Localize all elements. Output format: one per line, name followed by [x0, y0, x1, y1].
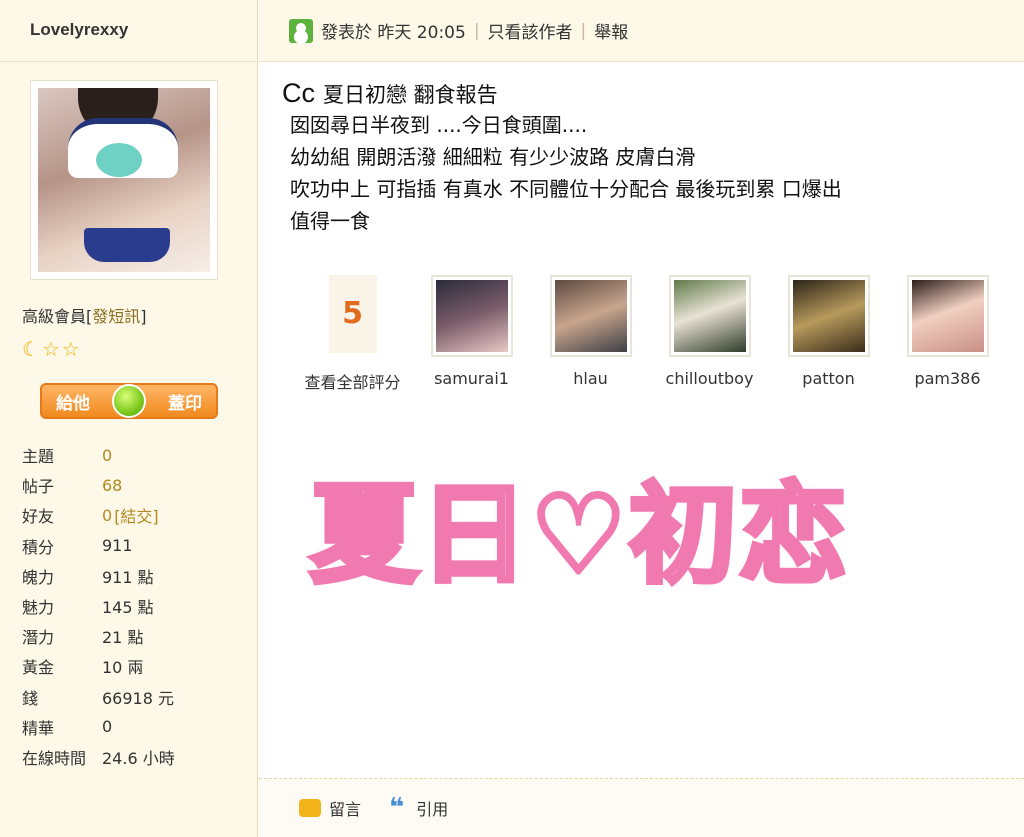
stamp-label: 蓋印: [168, 393, 202, 414]
stat-value[interactable]: 0: [102, 446, 112, 465]
rater-name[interactable]: patton: [769, 369, 888, 388]
post-header-bar: 發表於 昨天 20:05 | 只看該作者 | 舉報: [259, 0, 1024, 62]
rater-name[interactable]: hlau: [531, 369, 650, 388]
comment-icon: [299, 799, 321, 817]
stat-row: 魅力 145 點: [22, 598, 154, 618]
give-stamp-button[interactable]: 給他 蓋印: [40, 383, 218, 419]
give-label: 給他: [56, 393, 90, 414]
reply-button[interactable]: 留言: [329, 796, 361, 820]
post-timestamp: 發表於 昨天 20:05: [321, 23, 466, 43]
stat-value[interactable]: 0: [102, 506, 112, 525]
author-avatar[interactable]: [30, 80, 218, 280]
post-footer: 留言 ❝ 引用: [259, 778, 1024, 837]
author-header: Lovelyrexxy: [0, 0, 257, 62]
stat-value[interactable]: 68: [102, 476, 122, 495]
rater-card[interactable]: pam386: [888, 275, 1007, 393]
stamp-ball-icon: [112, 384, 146, 418]
add-friend-link[interactable]: [結交]: [114, 503, 159, 527]
rater-name[interactable]: pam386: [888, 369, 1007, 388]
stat-row: 在線時間 24.6 小時: [22, 748, 175, 768]
rater-card[interactable]: samurai1: [412, 275, 531, 393]
rater-avatar[interactable]: [906, 275, 989, 357]
divider: |: [580, 20, 587, 41]
author-sidebar: Lovelyrexxy 高級會員[發短訊] ☾ ☆ ☆ 給他 蓋印 主題 0 帖子…: [0, 0, 258, 837]
quote-button[interactable]: 引用: [416, 796, 448, 820]
author-stats: 主題 0 帖子 68 好友 0 [結交] 積分 911 魄力 911 點 魅力 145 點 潛…: [22, 440, 175, 772]
rating-count: 5: [328, 275, 377, 353]
star-icon: ☆: [61, 337, 80, 361]
rater-avatar[interactable]: [787, 275, 870, 357]
stat-row: 好友 0 [結交]: [22, 500, 175, 530]
stat-row: 積分 911: [22, 536, 133, 557]
star-icon: ☆: [41, 337, 60, 361]
post-line: 幼幼組 開朗活潑 細細粒 有少少波路 皮膚白滑: [290, 145, 696, 169]
title-prefix: Cc: [282, 78, 315, 108]
rank-label: 高級會員: [22, 307, 87, 326]
ratings-row: 5 查看全部評分 samurai1 hlau chilloutboy patto…: [293, 275, 1007, 393]
rater-card[interactable]: hlau: [531, 275, 650, 393]
rating-summary[interactable]: 5 查看全部評分: [293, 275, 412, 393]
stat-row: 潛力 21 點: [22, 628, 144, 648]
send-message-link[interactable]: 發短訊: [92, 307, 140, 326]
post-content: Cc 夏日初戀 翻食報告 囡囡尋日半夜到 ....今日食頭圍.... 幼幼組 開…: [282, 78, 1002, 237]
post-line: 值得一食: [290, 209, 370, 233]
overlay-caption: 夏日♡初恋: [308, 471, 850, 601]
avatar-image: [38, 88, 210, 272]
post-title: Cc 夏日初戀 翻食報告: [282, 78, 1002, 109]
stat-row: 錢 66918 元: [22, 688, 174, 708]
title-text: 夏日初戀 翻食報告: [323, 83, 498, 107]
stat-row: 精華 0: [22, 717, 113, 738]
member-rank: 高級會員[發短訊]: [22, 307, 147, 326]
divider: |: [473, 20, 480, 41]
rater-avatar[interactable]: [668, 275, 751, 357]
user-post-icon: [289, 18, 313, 43]
rater-card[interactable]: patton: [769, 275, 888, 393]
post-line: 吹功中上 可指插 有真水 不同體位十分配合 最後玩到累 口爆出: [290, 177, 842, 201]
stat-row: 魄力 911 點: [22, 567, 154, 587]
quote-icon: ❝: [389, 793, 405, 823]
rater-name[interactable]: chilloutboy: [650, 369, 769, 388]
stat-row: 黃金 10 兩: [22, 658, 144, 678]
stat-row: 主題 0: [22, 445, 113, 467]
rater-avatar[interactable]: [430, 275, 513, 357]
view-all-ratings-link[interactable]: 查看全部評分: [293, 369, 412, 393]
rater-avatar[interactable]: [549, 275, 632, 357]
post-line: 囡囡尋日半夜到 ....今日食頭圍....: [290, 113, 588, 137]
moon-icon: ☾: [22, 337, 40, 361]
rank-stars: ☾ ☆ ☆: [22, 338, 80, 360]
author-username[interactable]: Lovelyrexxy: [30, 20, 128, 39]
rater-card[interactable]: chilloutboy: [650, 275, 769, 393]
rater-name[interactable]: samurai1: [412, 369, 531, 388]
report-link[interactable]: 舉報: [594, 18, 628, 43]
stat-row: 帖子 68: [22, 475, 123, 497]
only-author-link[interactable]: 只看該作者: [488, 18, 573, 43]
